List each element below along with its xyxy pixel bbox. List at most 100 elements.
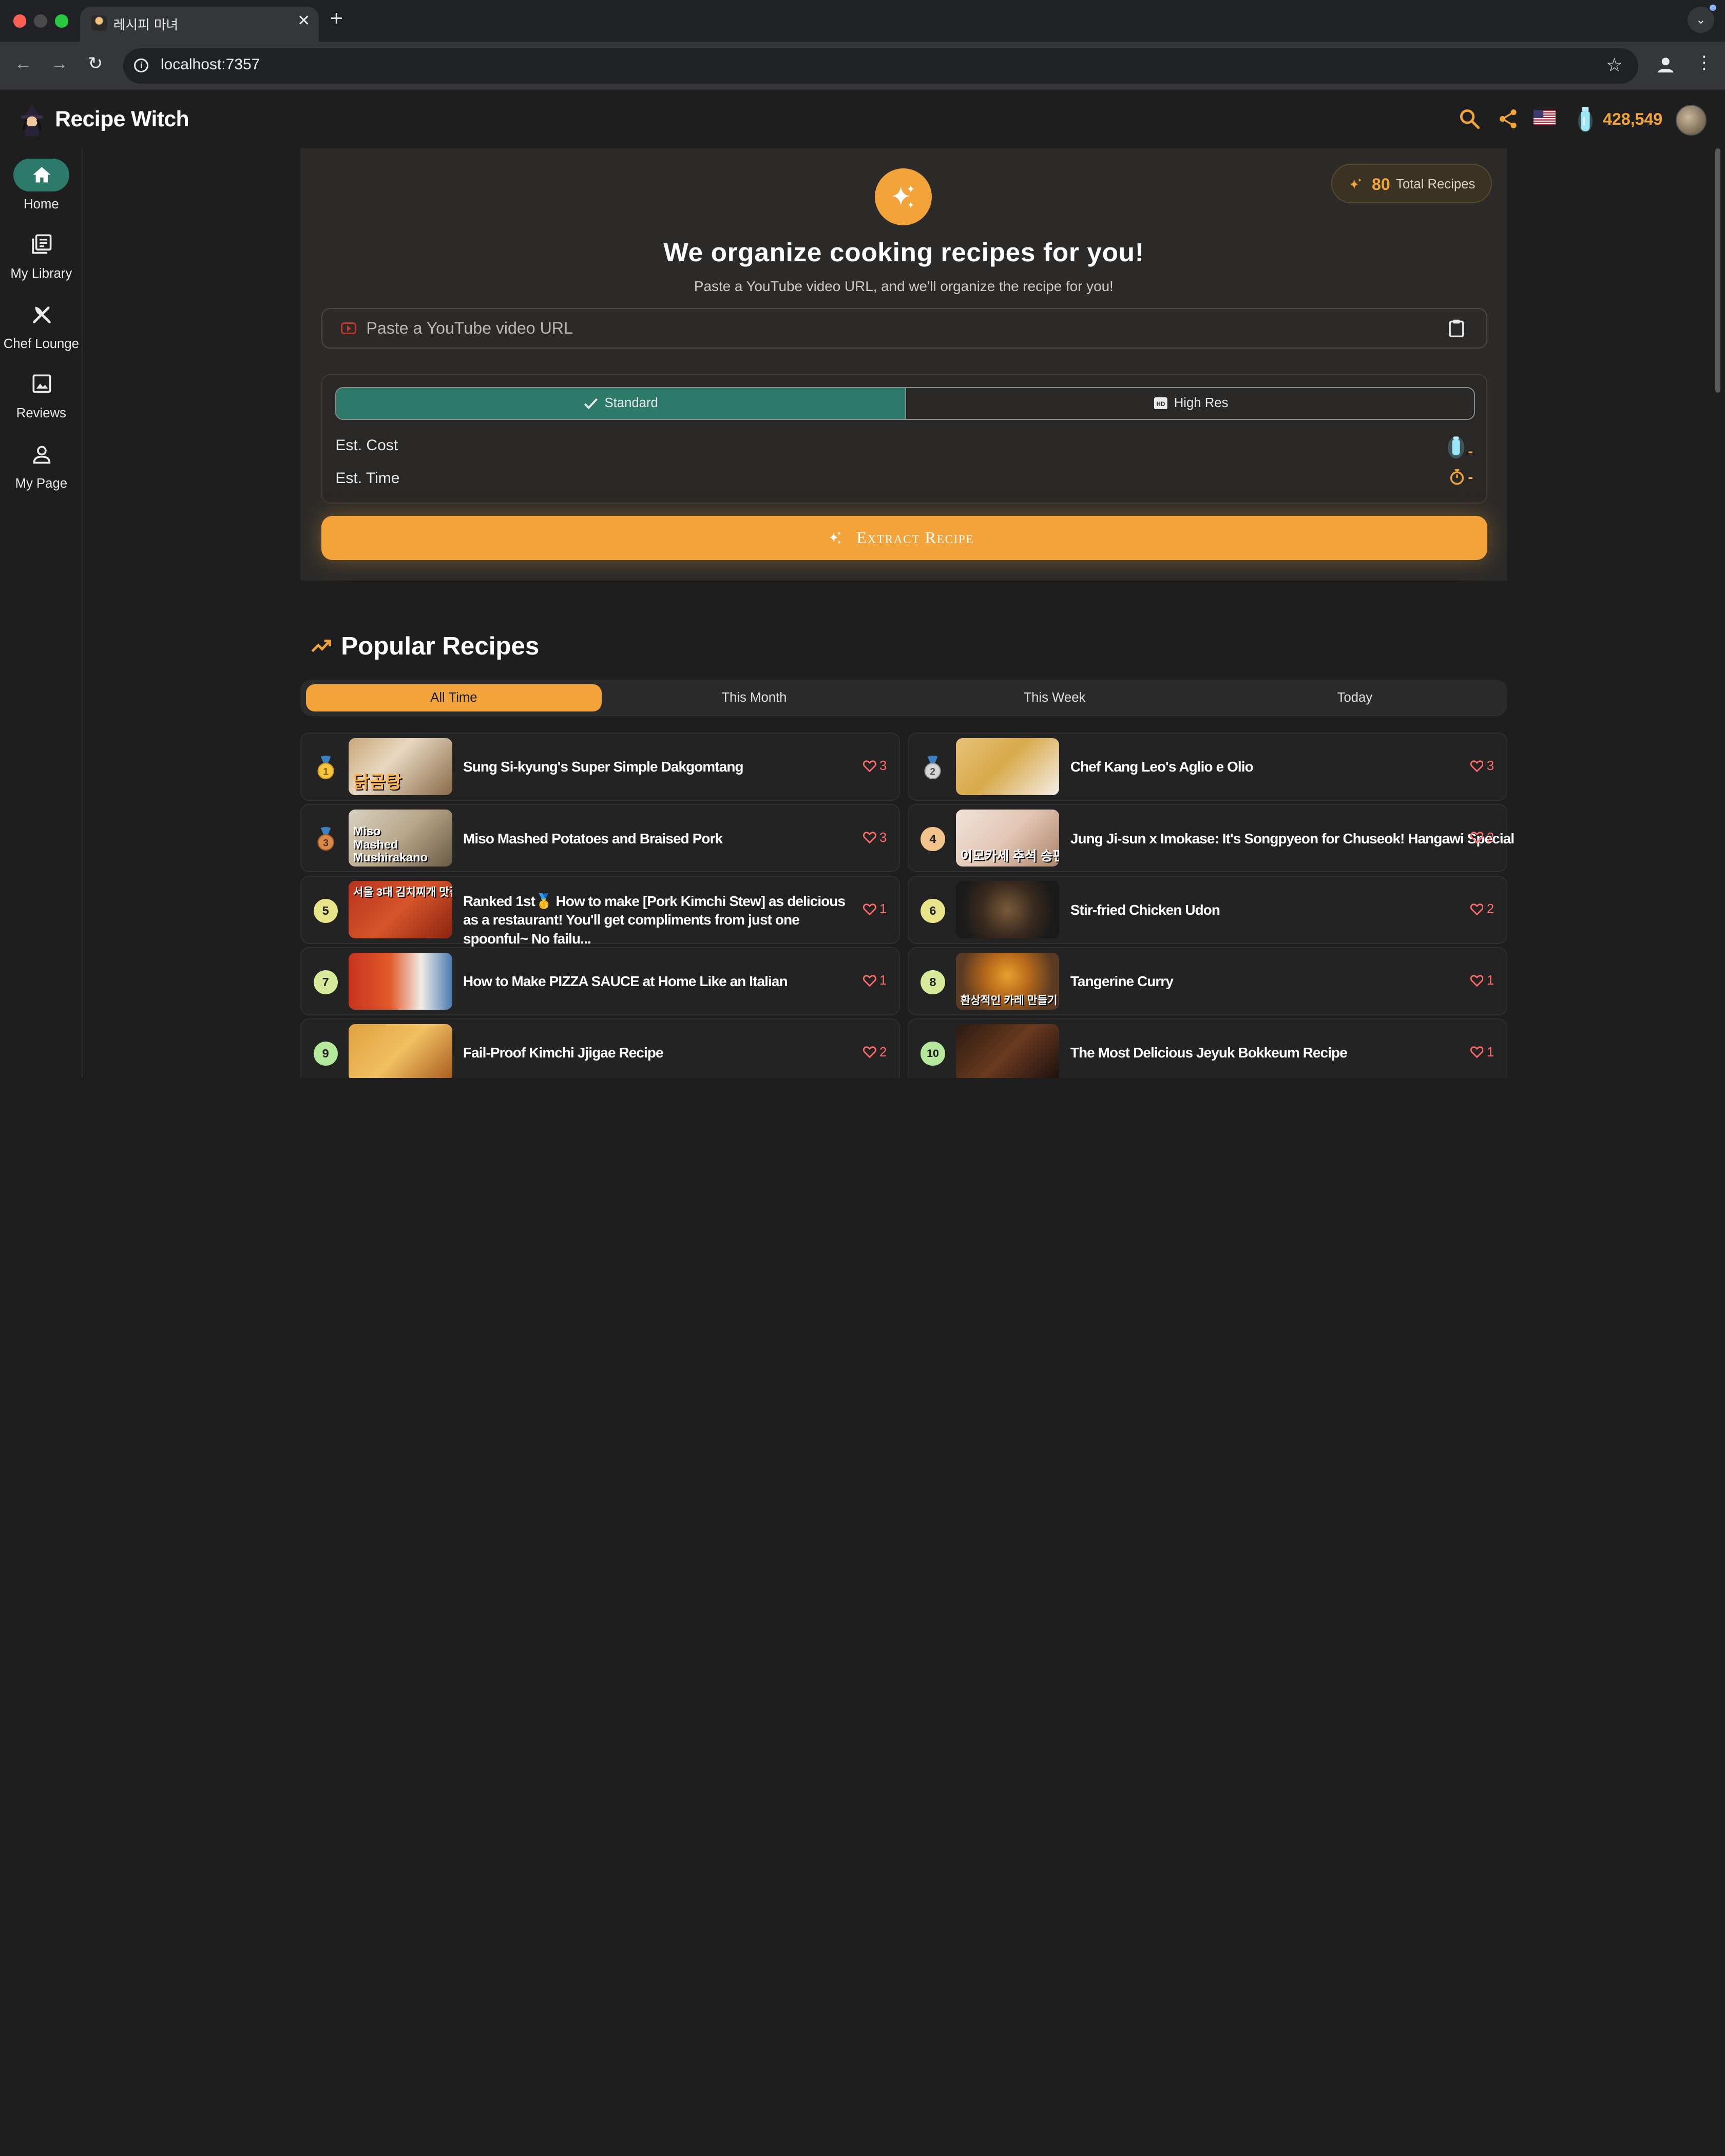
notification-dot bbox=[1710, 4, 1716, 11]
us-flag-icon[interactable] bbox=[1534, 110, 1556, 126]
bookmark-star-icon[interactable]: ☆ bbox=[1606, 54, 1623, 76]
trending-up-icon bbox=[311, 639, 331, 652]
recipe-card[interactable]: 3 Miso Mashed Mushirakano Miso Mashed Po… bbox=[300, 804, 900, 873]
filter-tab-this-week[interactable]: This Week bbox=[907, 684, 1202, 712]
clipboard-paste-icon[interactable] bbox=[1449, 319, 1464, 338]
like-count[interactable]: 3 bbox=[1470, 759, 1494, 774]
library-icon bbox=[32, 234, 52, 254]
like-count[interactable]: 3 bbox=[862, 759, 887, 774]
like-count[interactable]: 2 bbox=[1470, 831, 1494, 845]
like-count[interactable]: 2 bbox=[1470, 902, 1494, 917]
recipe-card[interactable]: 5 서울 3대 김치찌개 맛집 Ranked 1st🥇 How to make … bbox=[300, 875, 900, 947]
sidebar-label: My Page bbox=[15, 476, 68, 491]
svg-text:2: 2 bbox=[930, 766, 936, 777]
stopwatch-icon bbox=[1450, 469, 1464, 485]
quality-option-high-res[interactable]: HD High Res bbox=[905, 388, 1474, 419]
recipe-title: Tangerine Curry bbox=[1070, 973, 1174, 990]
heart-icon bbox=[1470, 903, 1484, 916]
total-recipes-label: Total Recipes bbox=[1396, 177, 1475, 191]
rank-badge: 4 bbox=[921, 827, 945, 852]
like-count[interactable]: 2 bbox=[862, 1045, 887, 1060]
address-bar[interactable]: i localhost:7357 ☆ bbox=[123, 48, 1638, 84]
recipe-card[interactable]: 6 Stir-fried Chicken Udon 2 bbox=[907, 875, 1507, 944]
sidebar-item-chef-lounge[interactable]: Chef Lounge bbox=[0, 298, 83, 364]
filter-tab-all-time[interactable]: All Time bbox=[305, 684, 602, 712]
like-count[interactable]: 1 bbox=[1470, 973, 1494, 988]
window-minimize-button[interactable] bbox=[34, 14, 48, 28]
browser-tab[interactable]: 레시피 마녀 ✕ bbox=[80, 6, 319, 42]
recipe-card[interactable]: 2 Chef Kang Leo's Aglio e Olio 3 bbox=[907, 733, 1507, 801]
recipe-thumbnail bbox=[349, 952, 452, 1010]
home-icon bbox=[33, 167, 51, 183]
recipe-card[interactable]: 9 Fail-Proof Kimchi Jjigae Recipe 2 bbox=[300, 1018, 900, 1078]
recipe-title: How to Make PIZZA SAUCE at Home Like an … bbox=[463, 973, 788, 990]
sidebar-item-my-library[interactable]: My Library bbox=[0, 228, 83, 294]
recipe-card[interactable]: 1 닭곰탕 Sung Si-kyung's Super Simple Dakgo… bbox=[300, 733, 900, 801]
like-count[interactable]: 1 bbox=[1470, 1045, 1494, 1060]
sparkle-badge bbox=[874, 168, 932, 226]
brand-title[interactable]: Recipe Witch bbox=[55, 107, 189, 132]
app-header: Recipe Witch 428,549 bbox=[0, 91, 1725, 149]
recipe-card[interactable]: 8 환상적인 카레 만들기 Tangerine Curry 1 bbox=[907, 947, 1507, 1015]
silver-medal-icon: 2 bbox=[924, 755, 942, 780]
heart-icon bbox=[862, 903, 876, 916]
like-count[interactable]: 1 bbox=[862, 902, 887, 917]
filter-tab-today[interactable]: Today bbox=[1207, 684, 1503, 712]
browser-tab-bar: 레시피 마녀 ✕ + ⌄ bbox=[0, 0, 1725, 42]
rank-badge: 5 bbox=[313, 898, 338, 923]
window-close-button[interactable] bbox=[13, 14, 27, 28]
recipe-title: The Most Delicious Jeyuk Bokkeum Recipe bbox=[1070, 1045, 1348, 1061]
recipe-card[interactable]: 10 The Most Delicious Jeyuk Bokkeum Reci… bbox=[907, 1018, 1507, 1078]
tab-close-icon[interactable]: ✕ bbox=[297, 13, 310, 29]
back-arrow-icon[interactable]: ← bbox=[14, 55, 32, 72]
like-count[interactable]: 1 bbox=[862, 973, 887, 988]
browser-toolbar: ← → ↻ i localhost:7357 ☆ ⋮ bbox=[0, 42, 1725, 90]
heart-icon bbox=[862, 975, 876, 987]
share-icon[interactable] bbox=[1497, 107, 1519, 131]
heart-icon bbox=[1470, 760, 1484, 773]
search-icon[interactable] bbox=[1459, 107, 1481, 131]
sidebar-label: My Library bbox=[10, 266, 72, 281]
sidebar-item-reviews[interactable]: Reviews bbox=[0, 368, 83, 434]
witch-logo-icon[interactable] bbox=[15, 103, 48, 137]
browser-menu-icon[interactable]: ⋮ bbox=[1695, 54, 1713, 71]
rank-badge: 7 bbox=[313, 970, 338, 994]
site-info-icon[interactable]: i bbox=[134, 58, 149, 73]
sidebar-label: Home bbox=[24, 197, 59, 211]
youtube-url-input[interactable] bbox=[366, 310, 1423, 346]
profile-icon[interactable] bbox=[1656, 55, 1676, 75]
favicon-icon bbox=[91, 15, 107, 31]
time-range-filter: All Time This Month This Week Today bbox=[300, 680, 1507, 716]
recipe-thumbnail: Miso Mashed Mushirakano bbox=[349, 809, 452, 867]
recipe-title: Ranked 1st🥇 How to make [Pork Kimchi Ste… bbox=[463, 893, 846, 947]
crystal-vial-icon bbox=[1447, 436, 1464, 459]
new-tab-button[interactable]: + bbox=[330, 8, 343, 30]
sparkles-icon bbox=[1350, 178, 1362, 189]
check-icon bbox=[584, 398, 598, 409]
recipe-card[interactable]: 4 이모카세 추석 송편 Jung Ji-sun x Imokase: It's… bbox=[907, 804, 1515, 873]
sidebar-item-my-page[interactable]: My Page bbox=[0, 438, 83, 504]
heart-icon bbox=[1470, 832, 1484, 844]
rank-badge: 9 bbox=[313, 1042, 338, 1066]
recipe-thumbnail bbox=[349, 1024, 452, 1078]
sidebar-item-home[interactable]: Home bbox=[0, 158, 83, 225]
reload-icon[interactable]: ↻ bbox=[88, 55, 103, 72]
recipe-title: Chef Kang Leo's Aglio e Olio bbox=[1070, 759, 1254, 775]
heart-icon bbox=[1470, 975, 1484, 987]
tab-search-button[interactable]: ⌄ bbox=[1688, 6, 1714, 33]
user-avatar[interactable] bbox=[1675, 104, 1707, 136]
recipe-thumbnail: 환상적인 카레 만들기 bbox=[955, 952, 1060, 1010]
heart-icon bbox=[862, 760, 876, 773]
forward-arrow-icon[interactable]: → bbox=[51, 55, 68, 72]
quality-option-standard[interactable]: Standard bbox=[336, 388, 906, 419]
youtube-url-field[interactable] bbox=[321, 307, 1488, 349]
filter-tab-this-month[interactable]: This Month bbox=[606, 684, 902, 712]
like-count[interactable]: 3 bbox=[862, 831, 887, 845]
url-text[interactable]: localhost:7357 bbox=[161, 56, 260, 73]
window-zoom-button[interactable] bbox=[55, 14, 68, 28]
crystal-vial-icon bbox=[1578, 106, 1593, 132]
extract-recipe-button[interactable]: Extract Recipe bbox=[321, 515, 1488, 560]
recipe-card[interactable]: 7 How to Make PIZZA SAUCE at Home Like a… bbox=[300, 947, 900, 1015]
recipe-thumbnail bbox=[955, 738, 1060, 796]
page-scrollbar[interactable] bbox=[1715, 148, 1721, 393]
